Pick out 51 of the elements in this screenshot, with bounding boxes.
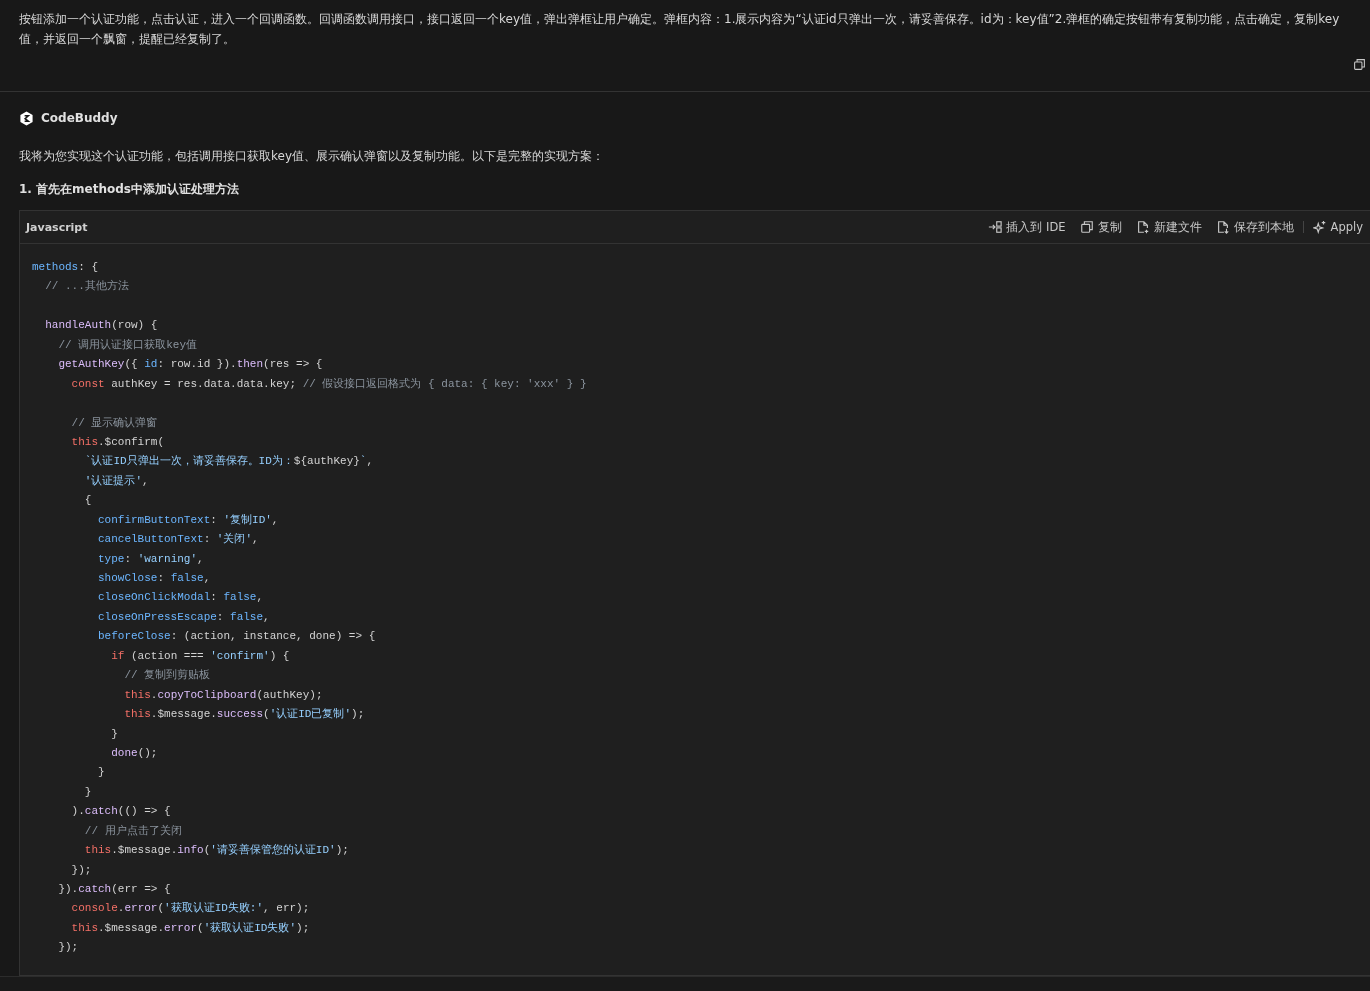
- insert-icon: [988, 220, 1003, 234]
- code-line: this.$message.error('获取认证ID失败');: [70, 921, 310, 934]
- code-line: done();: [110, 746, 158, 759]
- code-line: // 显示确认弹窗: [70, 416, 158, 429]
- code-line: methods: {: [32, 261, 99, 273]
- code-line: ).catch(() => {: [70, 805, 171, 818]
- code-line: beforeClose: (action, instance, done) => {: [97, 630, 376, 643]
- code-line: closeOnPressEscape: false,: [97, 610, 270, 623]
- code-line: if (action === 'confirm') {: [110, 649, 290, 662]
- code-line: handleAuth(row) {: [44, 319, 158, 332]
- file-download-icon: [1215, 220, 1230, 234]
- code-line: // 复制到剪贴板: [123, 669, 211, 682]
- code-line: console.error('获取认证ID失败:', err);: [70, 902, 310, 915]
- code-line: // 用户点击了关闭: [83, 824, 182, 837]
- code-line: cancelButtonText: '关闭',: [97, 533, 259, 546]
- code-line: type: 'warning',: [97, 552, 204, 565]
- code-line: }: [83, 785, 92, 798]
- file-plus-icon: [1135, 220, 1150, 234]
- code-line: closeOnClickModal: false,: [97, 591, 264, 604]
- code-line: }: [97, 766, 105, 779]
- code-line: this.copyToClipboard(authKey);: [123, 688, 323, 701]
- code-line: }).catch(err => {: [57, 883, 171, 895]
- new-button[interactable]: 新建文件: [1135, 219, 1202, 235]
- code-line: const authKey = res.data.data.key; // 假设接口返回格式为 { data: { key: 'xxx' } }: [70, 377, 587, 390]
- apply-button[interactable]: Apply: [1312, 220, 1363, 234]
- code-line: this.$confirm(: [70, 435, 165, 448]
- code-line: confirmButtonText: '复制ID',: [97, 513, 279, 526]
- user-message: 按钮添加一个认证功能，点击认证，进入一个回调函数。回调函数调用接口，接口返回一个key值，弹出弹框让用户确定。弹框内容：1.展示内容为“认证id只弹出一次，请妥善保存。id为：key值”2.弹框的确定按钮带有复制功能，点击确定，复制key值，并返回一个飘窗，提醒已经复制了。: [19, 11, 1341, 48]
- assistant-name: CodeBuddy: [41, 111, 118, 125]
- code-line: // ...其他方法: [44, 280, 129, 293]
- code-line: // 调用认证接口获取key值: [57, 338, 197, 351]
- language-label: Javascript: [26, 220, 88, 234]
- sparkle-icon: [1312, 220, 1327, 234]
- logo-icon: [19, 110, 34, 126]
- intro-text: 我将为您实现这个认证功能，包括调用接口获取key值、展示确认弹窗以及复制功能。以下是完整的实现方案：: [19, 148, 605, 165]
- code-line: {: [83, 494, 92, 507]
- code-line: this.$message.info('请妥善保管您的认证ID');: [83, 844, 349, 857]
- insert-button[interactable]: 插入到 IDE: [988, 219, 1066, 235]
- code-line: '认证提示',: [83, 474, 149, 487]
- code-line: });: [70, 863, 92, 876]
- code-line: });: [57, 941, 79, 954]
- copy-button[interactable]: 复制: [1079, 219, 1122, 235]
- save-button[interactable]: 保存到本地: [1215, 219, 1294, 235]
- code-line: showClose: false,: [97, 572, 211, 584]
- step-heading: 1. 首先在methods中添加认证处理方法: [19, 181, 240, 198]
- copy-icon: [1079, 220, 1094, 234]
- code-line: }: [110, 727, 118, 740]
- code-line: `认证ID只弹出一次，请妥善保存。ID为：${authKey}`,: [83, 455, 374, 468]
- copy-icon: [1353, 58, 1366, 71]
- code-line: this.$message.success('认证ID已复制');: [123, 708, 365, 721]
- code-line: getAuthKey({ id: row.id }).then(res => {: [57, 358, 323, 371]
